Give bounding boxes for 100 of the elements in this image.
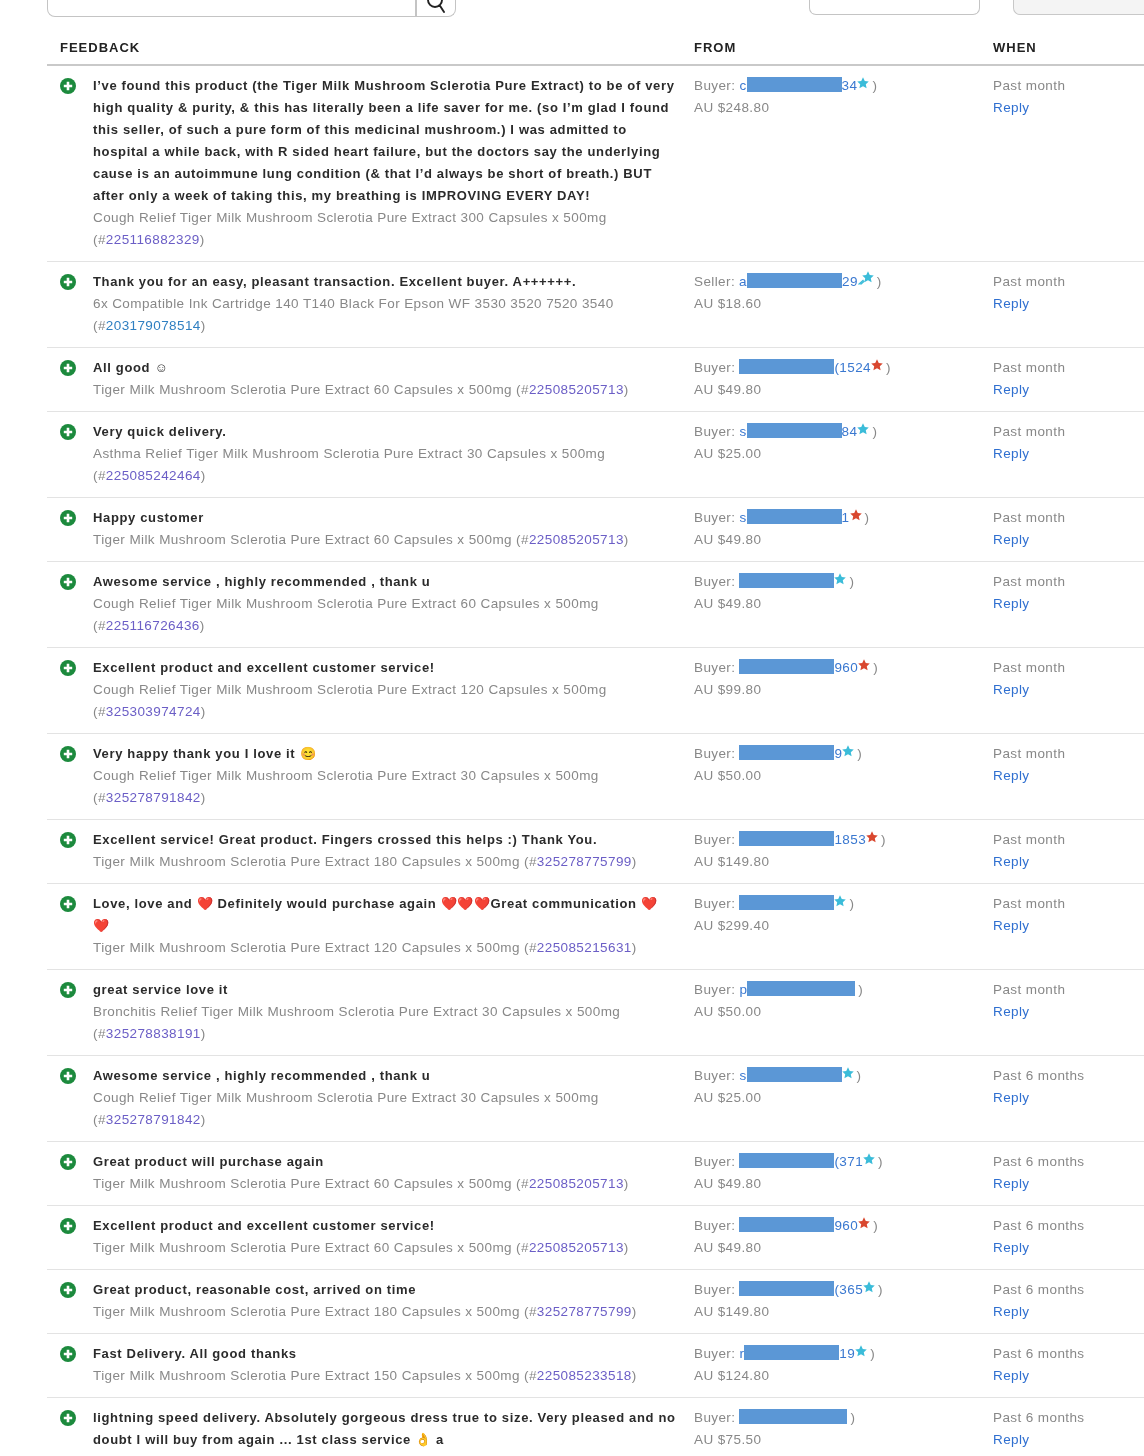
item-number-link[interactable]: 325278838191 [105,1026,201,1041]
search-icon [427,0,445,13]
item-number-link[interactable]: 325303974724 [105,704,201,719]
item-number-link[interactable]: 203179078514 [105,318,201,333]
item-number-link[interactable]: 325278775799 [536,1304,632,1319]
search-button[interactable] [416,0,456,17]
item-number-link[interactable]: 225116726436 [105,618,200,633]
price-label: AU $149.80 [694,853,771,871]
item-number-link[interactable]: 225085205713 [528,1240,624,1255]
time-label: Past month [993,831,1067,849]
feedback-comment: great service love it [93,981,230,999]
item-number-link[interactable]: 325278791842 [105,790,201,805]
dropdown-field[interactable] [809,0,981,15]
price-label: AU $49.80 [694,531,763,549]
reply-link[interactable]: Reply [993,293,1030,315]
positive-rating-icon [60,1282,76,1298]
reply-link[interactable]: Reply [993,593,1030,615]
time-label: Past 6 months [993,1409,1086,1427]
reply-link[interactable]: Reply [993,1365,1030,1387]
time-label: Past month [993,745,1067,763]
feedback-score-link[interactable]: 1 [841,510,850,525]
time-label: Past month [993,981,1067,999]
positive-rating-icon [60,660,76,676]
username-link[interactable]: s [739,424,747,439]
item-number-link[interactable]: 225085205713 [528,382,624,397]
item-number-link[interactable]: 225085215631 [536,940,632,955]
role-label: Seller: [694,274,736,289]
price-label: AU $50.00 [694,767,763,785]
filter-control[interactable] [1013,0,1144,15]
feedback-score-link[interactable]: 960 [834,1218,859,1233]
item-number-link[interactable]: 225085205713 [528,1176,624,1191]
feedback-comment: Thank you for an easy, pleasant transaction. Excellent buyer. A++++++. [93,273,578,291]
reply-link[interactable]: Reply [993,851,1030,873]
item-number-link[interactable]: 325278775799 [536,854,632,869]
username-link[interactable]: p [739,982,748,997]
reply-link[interactable]: Reply [993,529,1030,551]
item-title: Cough Relief Tiger Milk Mushroom Sclerotia Pure Extract 30 Capsules x 500mg (#325278791842) [93,767,600,807]
feedback-score-link[interactable]: 1853 [834,832,867,847]
positive-rating-icon [60,510,76,526]
reply-link[interactable]: Reply [993,97,1030,119]
time-label: Past month [993,659,1067,677]
feedback-comment: Love, love and ❤ Definitely would purchase again ❤❤❤Great communication ❤ ❤ [93,895,659,935]
reply-link[interactable]: Reply [993,1001,1030,1023]
score-bracket: ) [857,746,863,761]
item-title: Tiger Milk Mushroom Sclerotia Pure Extract 60 Capsules x 500mg (#225085205713) [93,1239,630,1257]
item-number-link[interactable]: 225085205713 [528,532,624,547]
feedback-comment: Awesome service , highly recommended , thank u [93,573,432,591]
score-bracket: ) [873,1218,879,1233]
username-link[interactable]: s [739,510,747,525]
item-title: Tiger Milk Mushroom Sclerotia Pure Extract 60 Capsules x 500mg (#225085205713) [93,531,630,549]
item-title: Cough Relief Tiger Milk Mushroom Sclerotia Pure Extract 120 Capsules x 500mg (#325303974724) [93,681,608,721]
item-number-link[interactable]: 225085242464 [105,468,201,483]
price-label: AU $25.00 [694,445,763,463]
price-label: AU $49.80 [694,1239,763,1257]
feedback-score-link[interactable]: (365 [834,1282,864,1297]
role-label: Buyer: [694,78,736,93]
price-label: AU $50.00 [694,1003,763,1021]
time-label: Past 6 months [993,1345,1086,1363]
reply-link[interactable]: Reply [993,443,1030,465]
role-label: Buyer: [694,896,736,911]
positive-rating-icon [60,982,76,998]
feedback-comment: Very quick delivery. [93,423,228,441]
item-title: Tiger Milk Mushroom Sclerotia Pure Extract 60 Capsules x 500mg (#225085205713) [93,381,630,399]
positive-rating-icon [60,424,76,440]
reply-link[interactable]: Reply [993,1429,1030,1451]
item-number-link[interactable]: 225085233518 [536,1368,632,1383]
reply-link[interactable]: Reply [993,1301,1030,1323]
item-title: Tiger Milk Mushroom Sclerotia Pure Extract 180 Capsules x 500mg (#325278775799) [93,1303,638,1321]
feedback-comment: lightning speed delivery. Absolutely gorgeous dress true to size. Very pleased and no doubt I will buy from again ... 1st class service 👌 a [93,1409,676,1449]
role-label: Buyer: [694,510,736,525]
username-link[interactable]: r [739,1346,745,1361]
reply-link[interactable]: Reply [993,765,1030,787]
search-field[interactable] [47,0,416,17]
reply-link[interactable]: Reply [993,915,1030,937]
positive-rating-icon [60,1346,76,1362]
feedback-score-link[interactable]: (1524 [834,360,871,375]
feedback-score-link[interactable]: 19 [839,1346,856,1361]
item-number-link[interactable]: 325278791842 [105,1112,201,1127]
reply-link[interactable]: Reply [993,379,1030,401]
username-link[interactable]: a [739,274,747,289]
feedback-score-link[interactable]: 9 [834,746,843,761]
reply-link[interactable]: Reply [993,679,1030,701]
feedback-comment: Great product will purchase again [93,1153,325,1171]
feedback-score-link[interactable]: 960 [834,660,859,675]
item-title: Cough Relief Tiger Milk Mushroom Sclerotia Pure Extract 60 Capsules x 500mg (#225116726436) [93,595,600,635]
item-number-link[interactable]: 225116882329 [105,232,200,247]
reply-link[interactable]: Reply [993,1173,1030,1195]
reply-link[interactable]: Reply [993,1237,1030,1259]
feedback-score-link[interactable]: 84 [841,424,858,439]
score-bracket: ) [870,1346,876,1361]
feedback-score-link[interactable]: 29 [842,274,858,289]
positive-rating-icon [60,1154,76,1170]
score-bracket: ) [878,1154,883,1169]
reply-link[interactable]: Reply [993,1087,1030,1109]
feedback-score-link[interactable]: (371 [834,1154,864,1169]
feedback-score-link[interactable]: 34 [841,78,858,93]
username-link[interactable]: c [739,78,747,93]
time-label: Past month [993,509,1067,527]
role-label: Buyer: [694,1068,736,1083]
username-link[interactable]: s [739,1068,747,1083]
